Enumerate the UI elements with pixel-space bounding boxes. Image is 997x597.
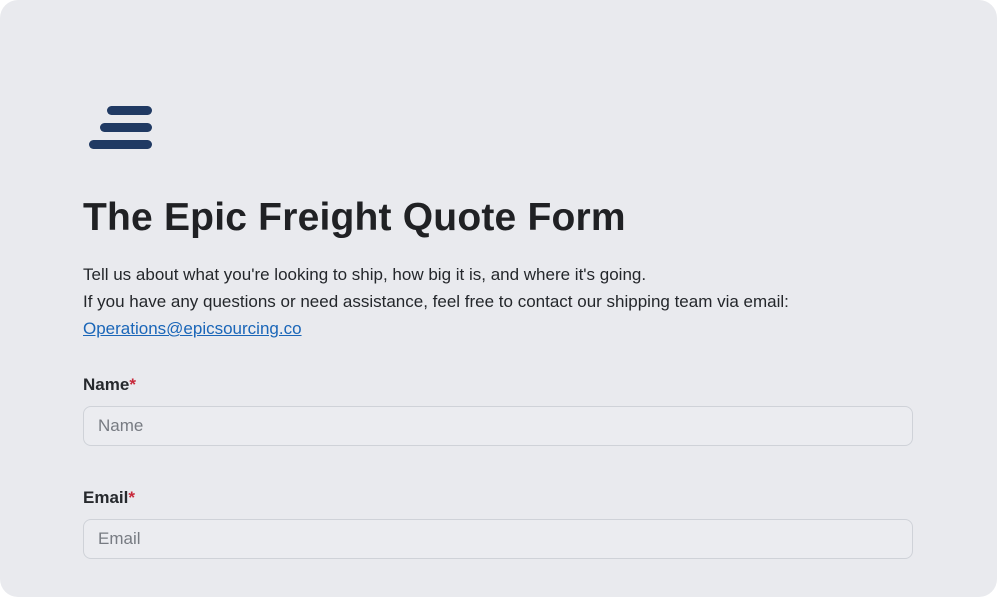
email-field-label: Email* xyxy=(83,488,135,508)
name-label-text: Name xyxy=(83,375,130,394)
logo-bar-middle xyxy=(100,123,152,132)
form-description: Tell us about what you're looking to shi… xyxy=(83,261,923,342)
description-line-1: Tell us about what you're looking to shi… xyxy=(83,265,647,284)
email-input[interactable] xyxy=(83,519,913,559)
contact-email-link[interactable]: Operations@epicsourcing.co xyxy=(83,319,302,338)
logo-bar-top xyxy=(107,106,152,115)
form-title: The Epic Freight Quote Form xyxy=(83,196,626,239)
name-field-label: Name* xyxy=(83,375,136,395)
logo-bar-bottom xyxy=(89,140,152,149)
quote-form-card: The Epic Freight Quote Form Tell us abou… xyxy=(0,0,997,597)
description-line-2: If you have any questions or need assist… xyxy=(83,292,789,311)
name-required-mark: * xyxy=(129,375,136,394)
name-input[interactable] xyxy=(83,406,913,446)
email-label-text: Email xyxy=(83,488,129,507)
contact-email-line: Operations@epicsourcing.co xyxy=(83,315,923,342)
email-required-mark: * xyxy=(128,488,135,507)
company-logo-icon xyxy=(88,104,154,152)
